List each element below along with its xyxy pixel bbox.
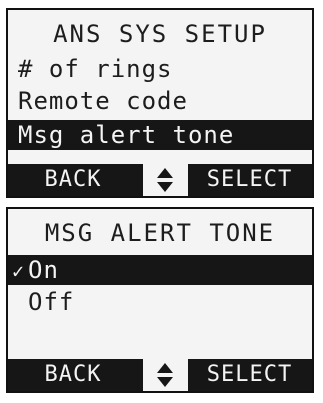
screen-title: MSG ALERT TONE [44, 219, 276, 247]
back-button[interactable]: BACK [8, 359, 138, 391]
back-button[interactable]: BACK [8, 164, 138, 196]
up-arrow-icon[interactable] [157, 168, 173, 178]
softkey-bar: BACK SELECT [8, 359, 312, 391]
up-down-arrow-icon[interactable] [143, 359, 188, 391]
option-on[interactable]: ✓ On [8, 255, 312, 285]
menu-item-rings[interactable]: # of rings [8, 54, 312, 84]
softkey-bar: BACK SELECT [8, 164, 312, 196]
screen-title: ANS SYS SETUP [53, 20, 267, 48]
option-label: Off [28, 288, 75, 316]
option-label: On [28, 256, 59, 284]
menu-item-label: Remote code [18, 87, 188, 115]
checkmark-icon: ✓ [12, 259, 26, 283]
menu-item-remote-code[interactable]: Remote code [8, 86, 312, 116]
select-button[interactable]: SELECT [187, 359, 312, 391]
down-arrow-icon[interactable] [157, 182, 173, 192]
menu-item-msg-alert-tone[interactable]: Msg alert tone [8, 120, 312, 150]
option-off[interactable]: Off [8, 287, 312, 317]
up-down-arrow-icon[interactable] [143, 164, 188, 196]
ans-sys-setup-screen: ANS SYS SETUP # of rings Remote code Msg… [6, 8, 314, 198]
up-arrow-icon[interactable] [157, 363, 173, 373]
menu-item-label: Msg alert tone [18, 121, 235, 149]
select-button[interactable]: SELECT [187, 164, 312, 196]
msg-alert-tone-screen: MSG ALERT TONE ✓ On Off BACK SELECT [6, 207, 314, 393]
menu-item-label: # of rings [18, 55, 173, 83]
down-arrow-icon[interactable] [157, 377, 173, 387]
